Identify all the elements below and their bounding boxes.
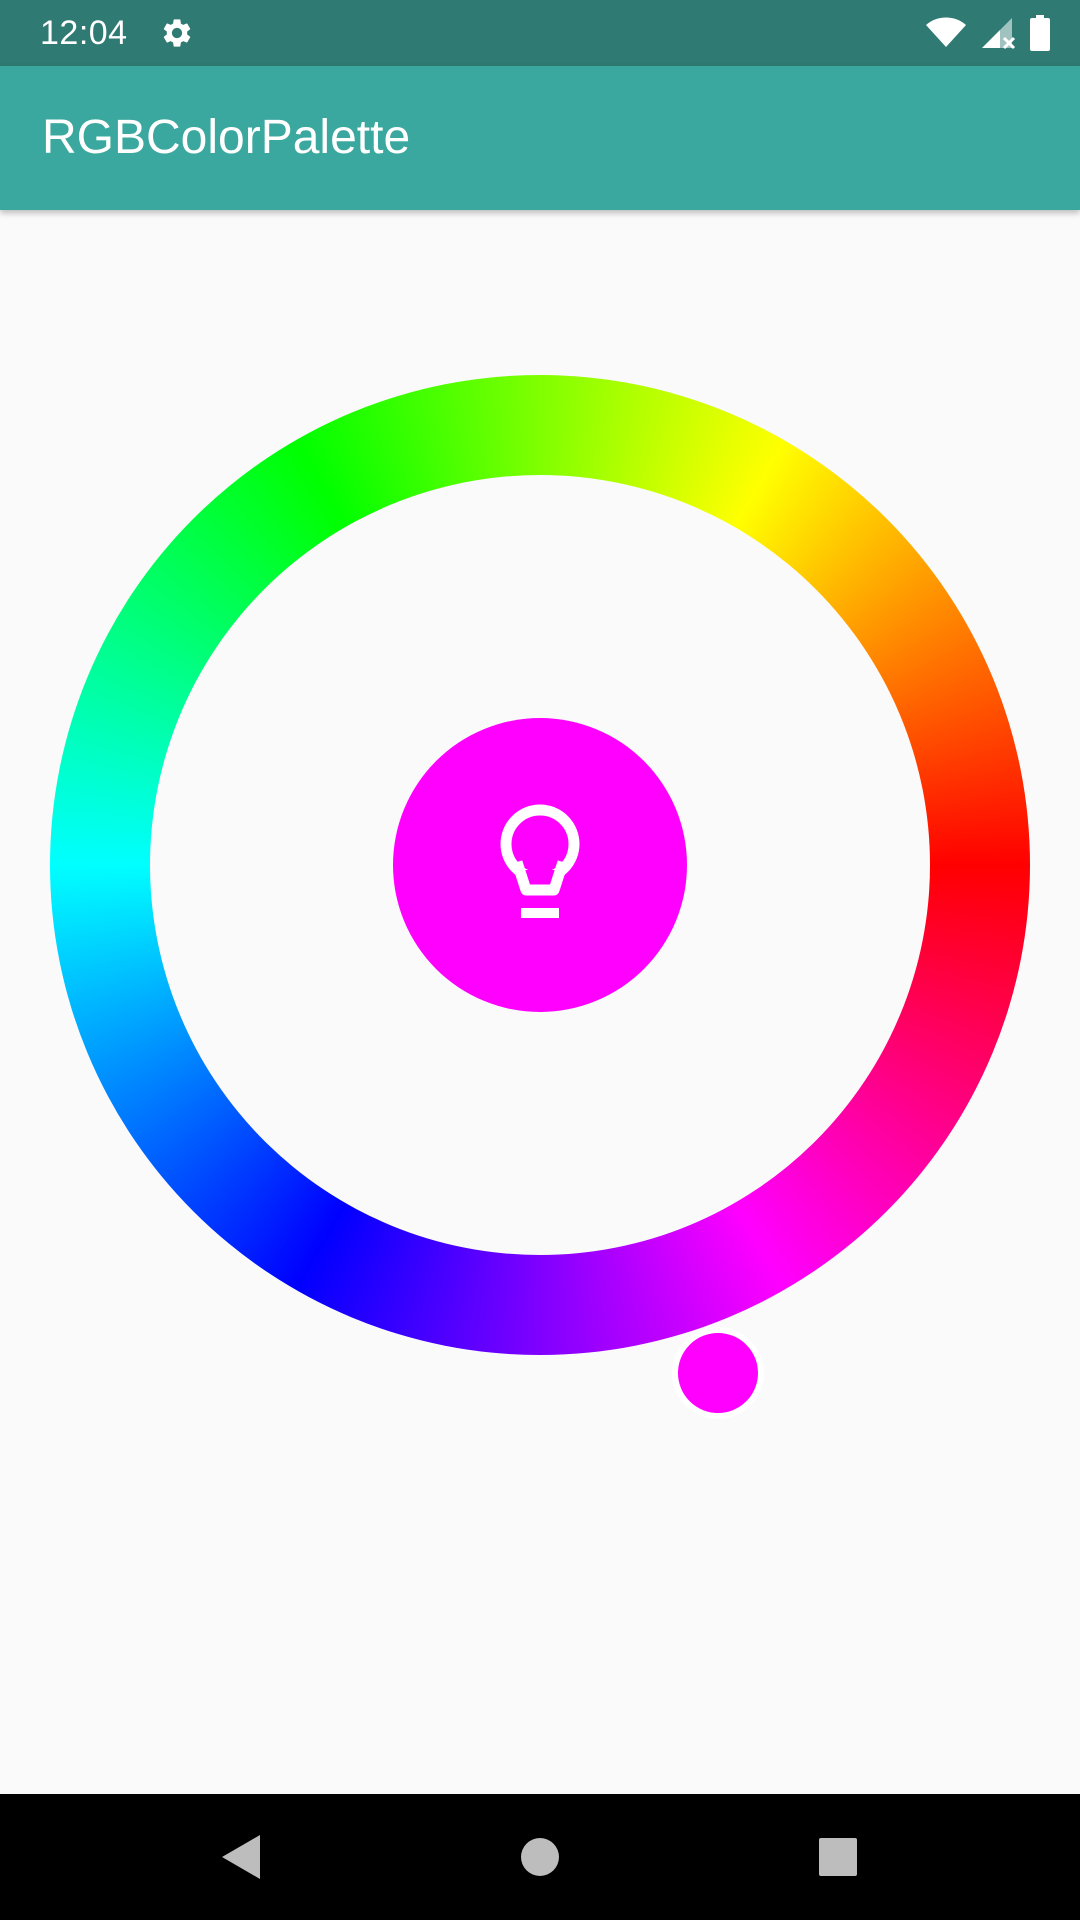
cellular-signal-icon (982, 18, 1016, 50)
battery-icon (1030, 15, 1050, 51)
home-icon (521, 1838, 559, 1876)
screen: 12:04 RGBColorPalette (0, 0, 1080, 1920)
recents-icon (819, 1838, 857, 1876)
light-toggle-button[interactable] (393, 718, 687, 1012)
app-title: RGBColorPalette (42, 111, 411, 164)
wifi-icon (926, 17, 966, 47)
home-button[interactable] (470, 1794, 610, 1920)
recents-button[interactable] (768, 1794, 908, 1920)
settings-icon (163, 19, 191, 47)
status-time: 12:04 (40, 14, 128, 52)
status-bar: 12:04 (0, 0, 1080, 66)
app-bar: RGBColorPalette (0, 66, 1080, 210)
back-button[interactable] (170, 1794, 310, 1920)
status-icons (926, 14, 1050, 52)
lightbulb-icon (500, 804, 580, 918)
main-content (0, 210, 1080, 1794)
hue-selector-thumb[interactable] (672, 1327, 764, 1419)
color-wheel (50, 375, 1030, 1419)
navigation-bar (0, 1794, 1080, 1920)
back-icon (222, 1835, 260, 1879)
